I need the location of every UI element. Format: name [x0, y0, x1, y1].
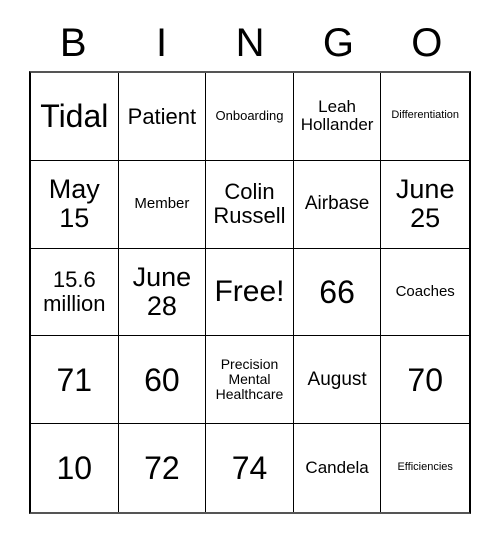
bingo-cell[interactable]: Candela — [293, 424, 382, 512]
bingo-cell-label: August — [307, 368, 367, 390]
bingo-cell[interactable]: 74 — [206, 424, 294, 512]
bingo-cell-label: Member — [134, 195, 190, 213]
bingo-cell[interactable]: Tidal — [31, 73, 119, 161]
bingo-header-letter-b: B — [59, 20, 87, 65]
bingo-cell[interactable]: 15.6 million — [31, 248, 119, 337]
bingo-header-letter-i: I — [156, 20, 168, 65]
bingo-cell[interactable]: Leah Hollander — [293, 73, 382, 161]
bingo-cell-label: 72 — [144, 449, 180, 486]
bingo-header-letter-o: O — [411, 20, 443, 65]
bingo-header-letter-n: N — [235, 20, 265, 65]
bingo-cell-label: 74 — [231, 449, 268, 486]
bingo-cell[interactable]: May 15 — [31, 160, 119, 249]
bingo-cell-label: Coaches — [395, 282, 455, 300]
bingo-cell-label: Onboarding — [215, 108, 284, 124]
bingo-cell[interactable]: Differentiation — [381, 73, 469, 161]
bingo-cell-label: June 25 — [395, 174, 455, 234]
bingo-cell[interactable]: Onboarding — [206, 73, 294, 161]
bingo-header-row: BINGO — [29, 14, 471, 71]
bingo-cell-label: Colin Russell — [213, 179, 286, 229]
bingo-header-letter-g: G — [322, 20, 354, 65]
bingo-cell[interactable]: 60 — [118, 336, 207, 425]
bingo-cell-label: Efficiencies — [397, 461, 453, 474]
bingo-cell-label: Free! — [214, 274, 285, 308]
bingo-cell[interactable]: June 25 — [381, 160, 469, 249]
bingo-cell-label: Precision Mental Healthcare — [215, 356, 284, 403]
bingo-cell-label: Airbase — [304, 192, 370, 214]
bingo-cell-label: Differentiation — [391, 109, 460, 122]
bingo-cell[interactable]: 72 — [118, 424, 207, 512]
bingo-cell[interactable]: Patient — [118, 73, 207, 161]
bingo-cell-label: Tidal — [40, 98, 109, 135]
bingo-cell-label: 70 — [407, 361, 443, 398]
bingo-cell[interactable]: Colin Russell — [206, 160, 294, 249]
bingo-cell-label: 71 — [56, 361, 93, 398]
bingo-cell[interactable]: Precision Mental Healthcare — [206, 336, 294, 425]
bingo-cell-label: Candela — [305, 457, 369, 477]
bingo-cell-label: Patient — [127, 103, 197, 129]
bingo-grid: Tidal Patient Onboarding Leah Hollander Diff… — [29, 71, 471, 514]
bingo-cell-free-space[interactable]: Free! — [206, 248, 294, 337]
bingo-cell[interactable]: Member — [118, 160, 207, 249]
bingo-cell[interactable]: Efficiencies — [381, 424, 469, 512]
bingo-card: B I N G O Tidal Patient Onboarding Leah Holland… — [0, 0, 500, 544]
bingo-cell-label: Leah Hollander — [300, 97, 374, 135]
bingo-cell-label: 66 — [319, 273, 355, 310]
bingo-cell-label: May 15 — [48, 174, 100, 234]
bingo-cell[interactable]: June 28 — [118, 248, 207, 337]
bingo-cell-label: June 28 — [132, 261, 192, 321]
bingo-cell-label: 10 — [56, 449, 93, 486]
bingo-cell[interactable]: Airbase — [293, 160, 382, 249]
bingo-cell-label: 60 — [144, 361, 180, 398]
bingo-cell[interactable]: 66 — [293, 248, 382, 337]
bingo-cell[interactable]: August — [293, 336, 382, 425]
bingo-cell-label: 15.6 million — [43, 267, 106, 316]
bingo-cell[interactable]: 10 — [31, 424, 119, 512]
bingo-cell[interactable]: 70 — [381, 336, 469, 425]
bingo-cell[interactable]: Coaches — [381, 248, 469, 337]
bingo-cell[interactable]: 71 — [31, 336, 119, 425]
